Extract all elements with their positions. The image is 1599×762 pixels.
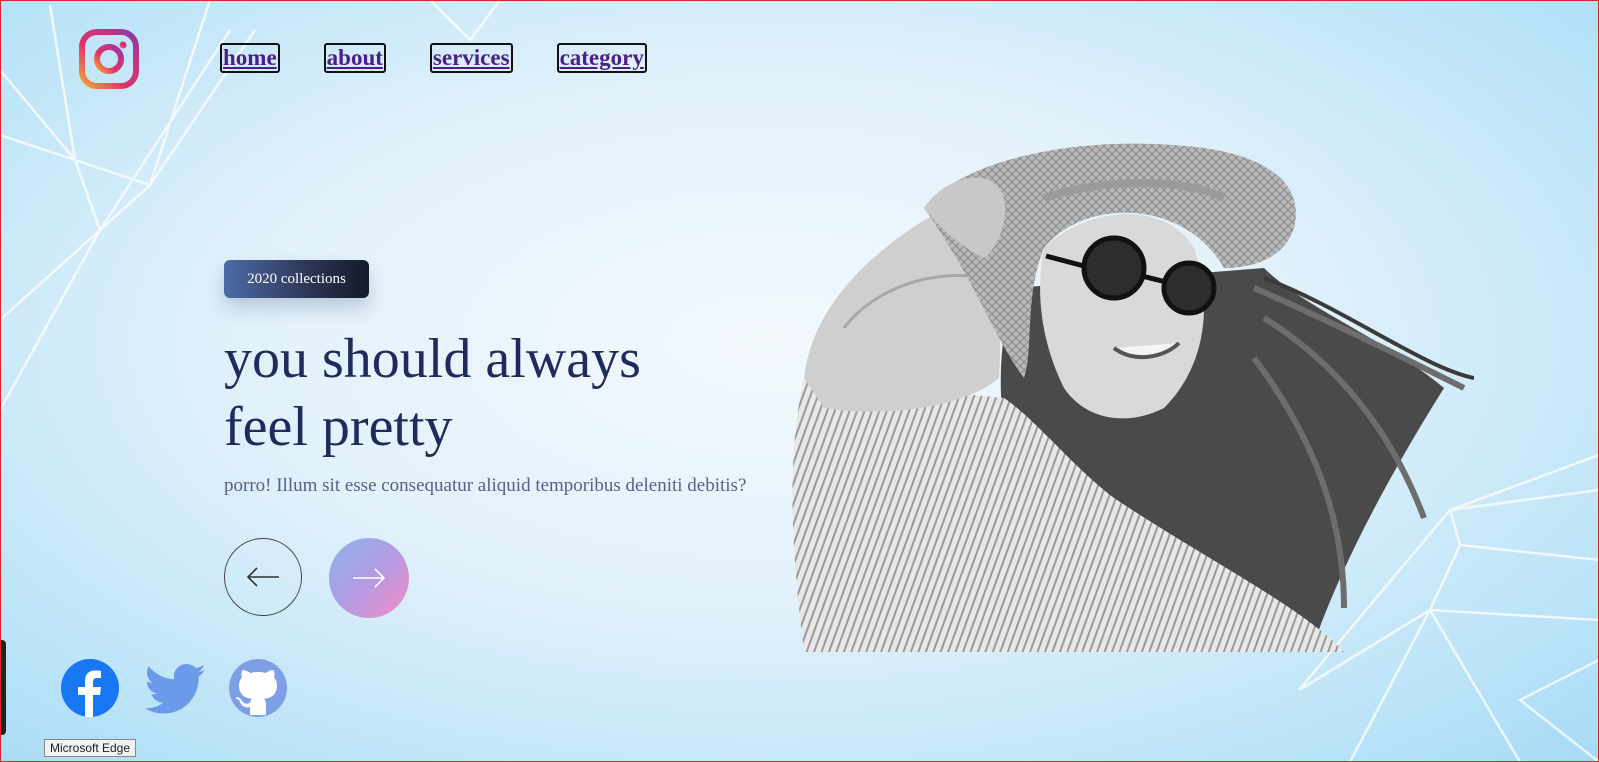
taskbar-tooltip: Microsoft Edge xyxy=(44,739,137,757)
nav-about[interactable]: about xyxy=(323,43,386,73)
collection-badge: 2020 collections xyxy=(224,260,369,298)
github-icon[interactable] xyxy=(228,658,288,718)
hero-subtitle: porro! Illum sit esse consequatur aliqui… xyxy=(224,475,747,496)
arrow-right-icon xyxy=(353,568,386,588)
instagram-icon[interactable] xyxy=(79,29,139,89)
headline-line-1: you should always xyxy=(224,328,641,390)
headline-line-2: feel pretty xyxy=(224,396,453,458)
next-button[interactable] xyxy=(329,538,409,618)
hero-headline: you should always feel pretty xyxy=(224,325,764,461)
arrow-left-icon xyxy=(246,567,279,587)
twitter-icon[interactable] xyxy=(145,658,205,718)
prev-button[interactable] xyxy=(224,538,302,616)
side-edge-tab[interactable] xyxy=(0,640,6,735)
facebook-icon[interactable] xyxy=(60,658,120,718)
hero-woman-photo xyxy=(792,143,1474,652)
nav-category[interactable]: category xyxy=(556,43,647,73)
main-nav: home about services category xyxy=(220,43,647,73)
nav-services[interactable]: services xyxy=(429,43,513,73)
nav-home[interactable]: home xyxy=(220,43,280,73)
